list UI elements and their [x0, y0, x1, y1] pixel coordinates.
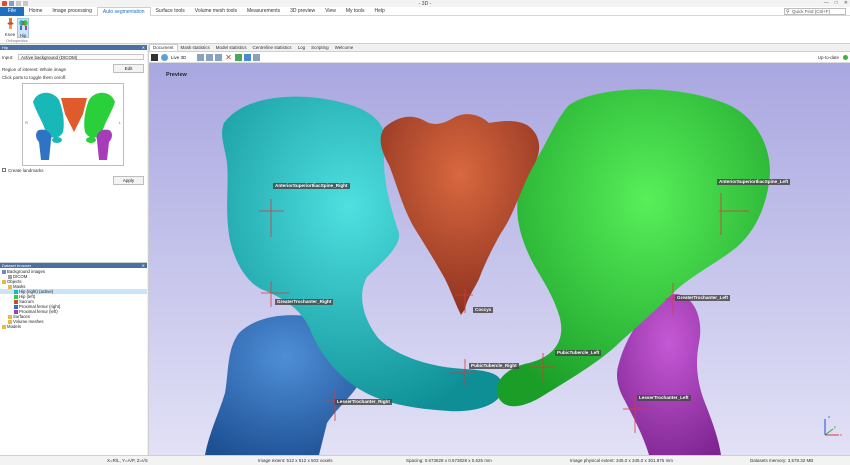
hip-parts-figure: R L	[22, 83, 124, 166]
tab-file[interactable]: File	[0, 6, 25, 16]
ribbon-group-label: Orthopedics	[6, 38, 28, 43]
hip-icon	[18, 20, 28, 30]
hip-panel-title: Hip	[2, 45, 9, 50]
view-tool-5-icon[interactable]	[244, 54, 251, 61]
landmark-label-asis-left[interactable]: AnteriorSuperiorIliacSpine_Left	[717, 179, 791, 185]
window-controls: — □ ✕	[824, 0, 848, 6]
hip-panel-header: Hip ✕	[0, 45, 147, 50]
maximize-icon[interactable]: □	[835, 0, 838, 6]
fig-femur-right[interactable]	[36, 129, 52, 160]
ribbon-tabs: File Home Image processing Auto segmenta…	[0, 6, 850, 16]
live-3d-label[interactable]: Live 3D	[171, 54, 186, 61]
status-memory: Datasets memory: 3,578.32 MB	[750, 458, 814, 463]
ribbon-body: Knee Hip Orthopedics	[0, 16, 850, 44]
input-label: Input:	[2, 55, 14, 60]
update-status: Up-to-date	[817, 55, 839, 60]
panel-close-icon[interactable]: ✕	[142, 45, 145, 50]
tab-welcome[interactable]: Welcome	[332, 45, 357, 51]
knee-icon	[7, 18, 13, 29]
tree-node[interactable]: Models	[0, 324, 147, 329]
tab-volume-mesh-tools[interactable]: Volume mesh tools	[190, 7, 242, 16]
landmark-label-gt-left[interactable]: GreaterTrochanter_Left	[675, 295, 731, 301]
landmark-label-asis-right[interactable]: AnteriorSuperiorIliacSpine_Right	[273, 183, 350, 189]
view-tool-2-icon[interactable]	[206, 54, 213, 61]
hip-button[interactable]: Hip	[17, 18, 29, 38]
edit-button[interactable]: Edit	[113, 64, 144, 73]
landmark-label-gt-right[interactable]: GreaterTrochanter_Right	[275, 299, 334, 305]
tab-measurements[interactable]: Measurements	[242, 7, 285, 16]
tab-auto-segmentation[interactable]: Auto segmentation	[96, 6, 151, 16]
landmark-label-pt-left[interactable]: PubicTubercle_Left	[555, 350, 602, 356]
create-landmarks-label: Create landmarks	[8, 168, 44, 173]
roi-label: Region of interest: Whole image	[2, 67, 67, 72]
application-window: - 3D - — □ ✕ File Home Image processing …	[0, 0, 850, 465]
status-physical-extent: Image physical extent: 345.0 x 345.0 x 3…	[570, 458, 674, 463]
status-coords: X=R/L, Y=A/P, Z=I/S	[107, 458, 148, 463]
dataset-browser-title: Dataset browser	[2, 263, 32, 268]
toggle-hint: Click parts to toggle them on/off.	[2, 75, 67, 80]
tab-view[interactable]: View	[320, 7, 341, 16]
hip-panel: Hip ✕ Input: Active background (DICOM) R…	[0, 45, 147, 261]
delete-icon[interactable]: ✕	[225, 54, 232, 62]
tab-centreline-statistics[interactable]: Centreline statistics	[250, 45, 295, 51]
input-value: Active background (DICOM)	[21, 55, 78, 60]
input-select[interactable]: Active background (DICOM)	[18, 54, 144, 60]
axis-y-label: y	[834, 424, 836, 429]
tab-scripting[interactable]: Scripting	[308, 45, 332, 51]
3d-viewport[interactable]: Preview AnteriorSuperiorIliacSpine_Right…	[149, 63, 850, 455]
knee-button[interactable]: Knee	[4, 18, 16, 38]
tab-mask-statistics[interactable]: Mask statistics	[178, 45, 213, 51]
landmark-label-pt-right[interactable]: PubicTubercle_Right	[469, 363, 519, 369]
dataset-browser-close-icon[interactable]: ✕	[142, 263, 145, 268]
tab-home[interactable]: Home	[24, 7, 47, 16]
document-tabs: Document Mask statistics Model statistic…	[149, 44, 850, 52]
preview-label: Preview	[166, 72, 187, 78]
view-tool-6-icon[interactable]	[253, 54, 260, 61]
apply-button[interactable]: Apply	[113, 176, 144, 185]
dataset-browser-header: Dataset browser ✕	[0, 263, 147, 268]
view-tool-1-icon[interactable]	[197, 54, 204, 61]
status-spacing: Spacing: 0.673828 x 0.673828 x 0.625 mm	[406, 458, 492, 463]
dataset-tree: Background images DICOM Objects Masks Hip (r…	[0, 269, 147, 329]
tab-image-processing[interactable]: Image processing	[47, 7, 96, 16]
tab-my-tools[interactable]: My tools	[341, 7, 370, 16]
view-tool-4-icon[interactable]	[235, 54, 242, 61]
live-3d-icon[interactable]	[161, 54, 168, 61]
landmark-label-lt-right[interactable]: LesserTrochanter_Right	[335, 399, 392, 405]
fig-right-marker: R	[25, 120, 28, 125]
quick-find-input[interactable]: ⚲ Quick Find (Ctrl+F)	[784, 8, 846, 15]
close-icon[interactable]: ✕	[844, 0, 848, 6]
tab-document[interactable]: Document	[149, 44, 178, 51]
axis-z-label: z	[828, 414, 830, 419]
fig-sacrum[interactable]	[61, 98, 87, 132]
quick-find-placeholder: Quick Find (Ctrl+F)	[792, 9, 831, 14]
fig-femur-left[interactable]	[96, 129, 112, 160]
view-layout-icon[interactable]	[151, 54, 158, 61]
status-image-extent: Image extent: 512 x 512 x 503 voxels	[258, 458, 333, 463]
tab-log[interactable]: Log	[295, 45, 309, 51]
tab-help[interactable]: Help	[369, 7, 389, 16]
folder-icon	[2, 325, 6, 329]
fig-left-marker: L	[118, 120, 121, 125]
knee-label: Knee	[4, 32, 16, 37]
left-panel: Hip ✕ Input: Active background (DICOM) R…	[0, 45, 147, 455]
search-icon: ⚲	[786, 9, 790, 15]
create-landmarks-checkbox[interactable]	[2, 168, 6, 172]
axis-x-label: x	[840, 432, 842, 437]
tab-model-statistics[interactable]: Model statistics	[213, 45, 250, 51]
status-ok-icon	[843, 55, 848, 60]
dataset-browser: Dataset browser ✕ Background images DICOM…	[0, 262, 147, 455]
status-bar: X=R/L, Y=A/P, Z=I/S Image extent: 512 x …	[0, 455, 850, 465]
tab-3d-preview[interactable]: 3D preview	[285, 7, 320, 16]
landmark-label-coccyx[interactable]: Coccyx	[473, 307, 494, 313]
view-toolbar: Live 3D ✕ Up-to-date	[149, 52, 850, 63]
tree-node-label: Models	[7, 324, 21, 329]
view-tool-3-icon[interactable]	[215, 54, 222, 61]
landmark-label-lt-left[interactable]: LesserTrochanter_Left	[637, 395, 691, 401]
tab-surface-tools[interactable]: Surface tools	[151, 7, 190, 16]
main-area: Document Mask statistics Model statistic…	[148, 44, 850, 455]
minimize-icon[interactable]: —	[824, 0, 829, 6]
